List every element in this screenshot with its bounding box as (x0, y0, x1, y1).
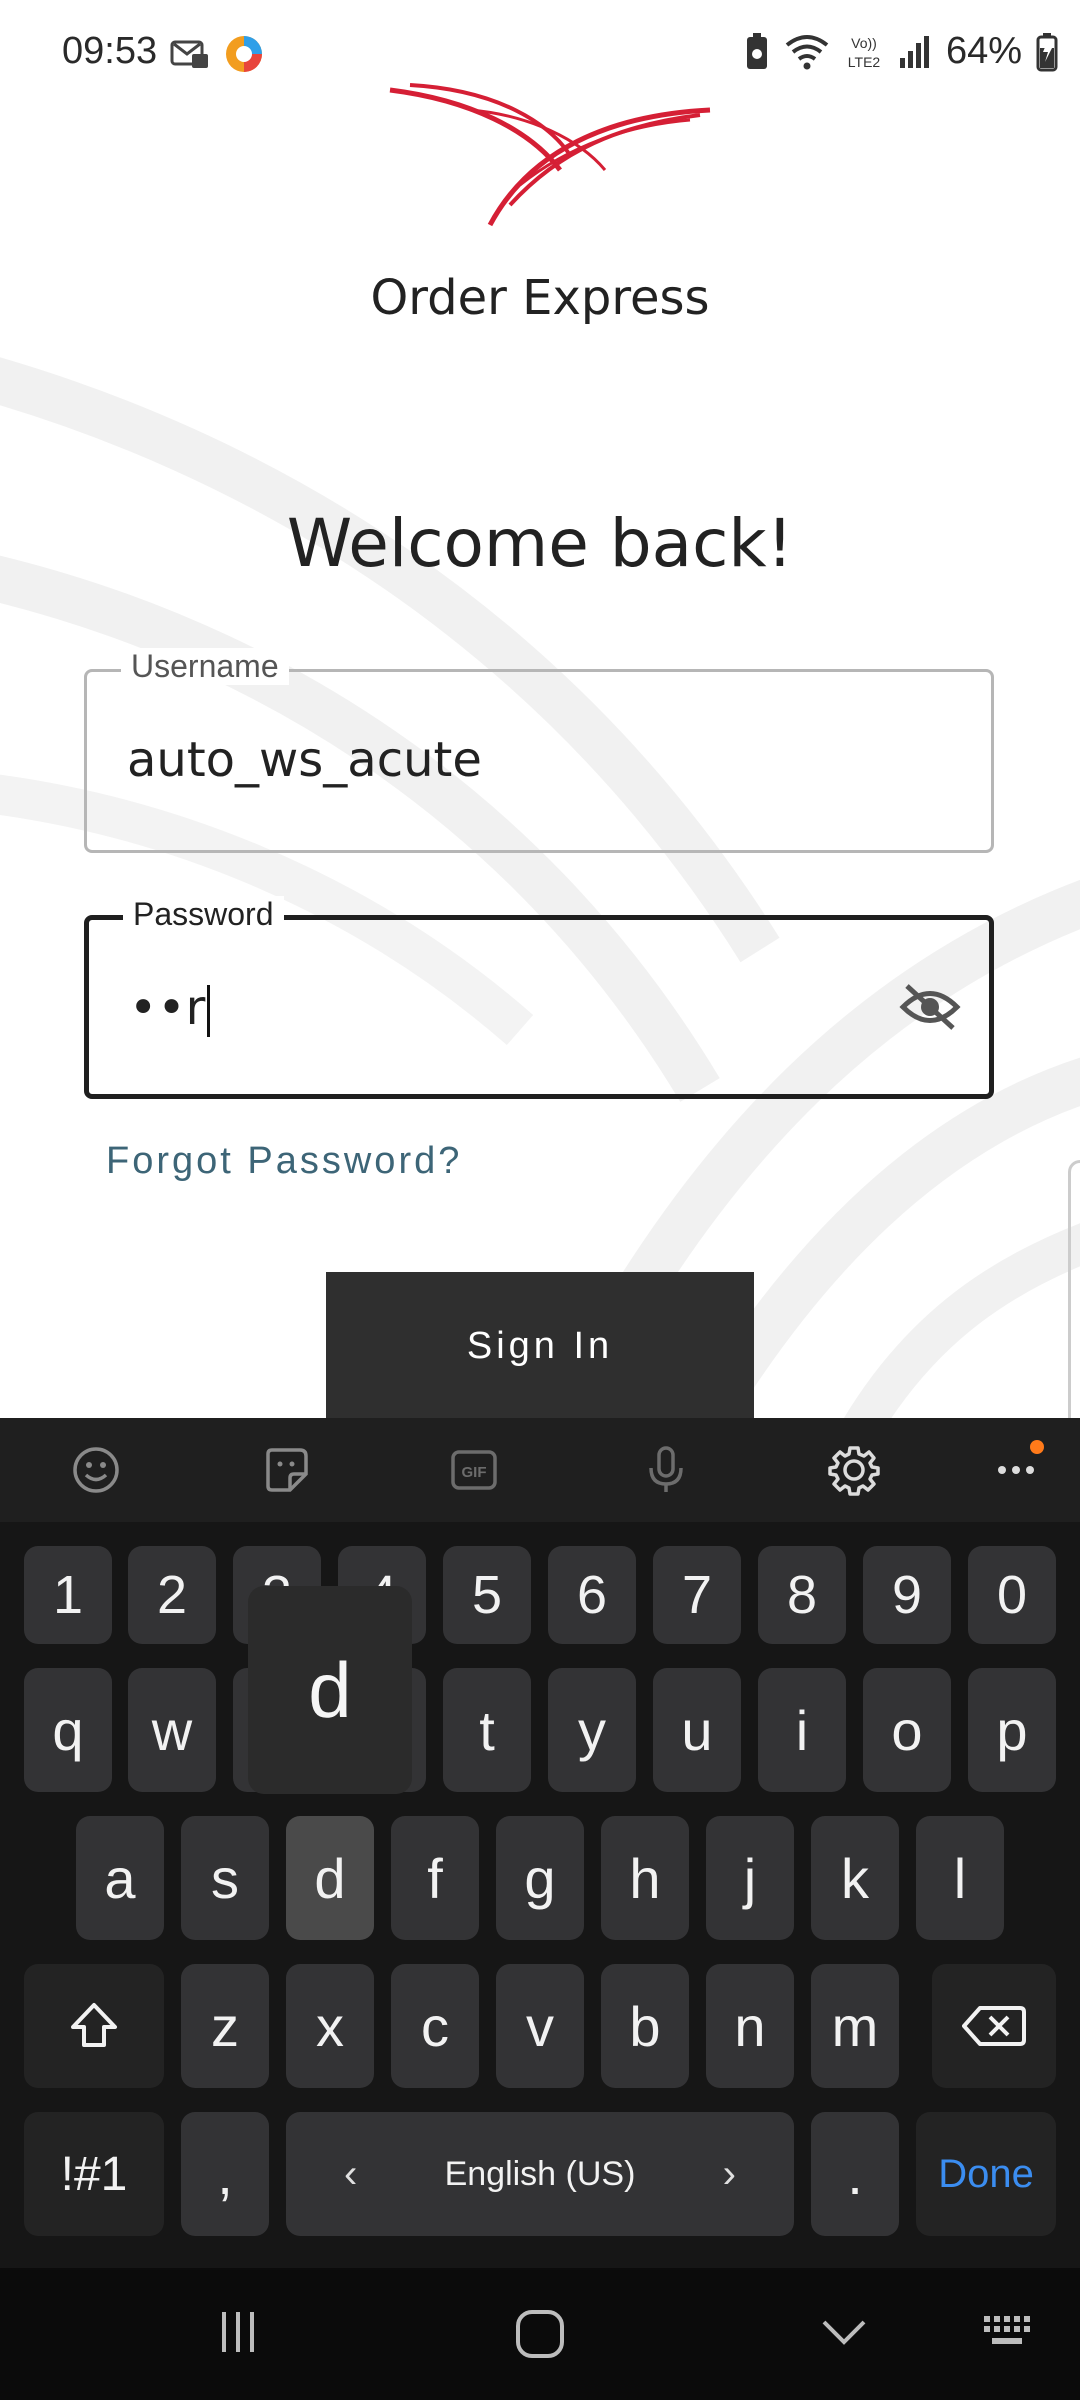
key-0[interactable]: 0 (968, 1546, 1056, 1644)
key-p[interactable]: p (968, 1668, 1056, 1792)
symbols-key[interactable]: !#1 (24, 2112, 164, 2236)
app-notification-icon (226, 36, 262, 72)
key-t[interactable]: t (443, 1668, 531, 1792)
key-a[interactable]: a (76, 1816, 164, 1940)
backspace-key[interactable] (932, 1964, 1056, 2088)
on-screen-keyboard: GIF 1 2 3 4 5 6 7 8 9 0 q w e r t y u i … (0, 1418, 1080, 2268)
key-u[interactable]: u (653, 1668, 741, 1792)
message-icon (170, 40, 208, 68)
sticker-icon[interactable] (260, 1444, 312, 1496)
notification-icons (170, 34, 264, 74)
toggle-password-visibility-icon[interactable] (899, 980, 961, 1034)
signal-icon (899, 35, 929, 68)
key-k[interactable]: k (811, 1816, 899, 1940)
volte-icon: Vo)) LTE2 (848, 35, 881, 70)
battery-charging-icon (1036, 32, 1058, 71)
space-key[interactable]: ‹ English (US) › (286, 2112, 794, 2236)
status-time: 09:53 (62, 30, 158, 72)
key-b[interactable]: b (601, 1964, 689, 2088)
key-9[interactable]: 9 (863, 1546, 951, 1644)
password-input[interactable]: ••r (129, 980, 211, 1037)
key-i[interactable]: i (758, 1668, 846, 1792)
comma-key[interactable]: , (181, 2112, 269, 2236)
app-title: Order Express (370, 270, 710, 326)
key-w[interactable]: w (128, 1668, 216, 1792)
backspace-icon (962, 2006, 1026, 2046)
background-arcs (0, 357, 1080, 1430)
key-j[interactable]: j (706, 1816, 794, 1940)
key-7[interactable]: 7 (653, 1546, 741, 1644)
username-input[interactable]: auto_ws_acute (127, 732, 482, 788)
key-x[interactable]: x (286, 1964, 374, 2088)
svg-text:LTE2: LTE2 (848, 54, 881, 70)
wifi-icon (785, 34, 829, 69)
hide-keyboard-icon[interactable] (818, 2308, 870, 2356)
key-m[interactable]: m (811, 1964, 899, 2088)
key-q[interactable]: q (24, 1668, 112, 1792)
key-c[interactable]: c (391, 1964, 479, 2088)
settings-icon[interactable] (828, 1444, 880, 1496)
battery-saver-icon (746, 32, 767, 69)
key-z[interactable]: z (181, 1964, 269, 2088)
shift-icon (71, 2003, 117, 2047)
svg-text:GIF: GIF (462, 1464, 487, 1481)
notification-dot (1030, 1440, 1044, 1454)
chevron-left-icon: ‹ (344, 2151, 358, 2196)
key-8[interactable]: 8 (758, 1546, 846, 1644)
key-v[interactable]: v (496, 1964, 584, 2088)
system-status-icons: Vo)) LTE2 64% (744, 30, 1058, 73)
key-d[interactable]: d (286, 1816, 374, 1940)
brand-logo (389, 83, 711, 227)
emoji-icon[interactable] (70, 1444, 122, 1496)
password-field[interactable]: Password ••r (84, 896, 994, 1099)
chevron-right-icon: › (722, 2151, 736, 2196)
recent-apps-icon[interactable] (214, 2308, 262, 2356)
text-caret (207, 985, 211, 1037)
shift-key[interactable] (24, 1964, 164, 2088)
home-icon[interactable] (514, 2308, 566, 2360)
welcome-heading: Welcome back! (286, 505, 794, 582)
key-g[interactable]: g (496, 1816, 584, 1940)
svg-text:Vo)): Vo)) (851, 35, 877, 51)
key-5[interactable]: 5 (443, 1546, 531, 1644)
forgot-password-link[interactable]: Forgot Password? (106, 1140, 462, 1183)
keyboard-switch-icon[interactable] (980, 2308, 1040, 2356)
key-preview-popup: d (248, 1586, 412, 1794)
key-1[interactable]: 1 (24, 1546, 112, 1644)
keyboard-toolbar: GIF (0, 1418, 1080, 1522)
microphone-icon[interactable] (640, 1444, 692, 1496)
done-key[interactable]: Done (916, 2112, 1056, 2236)
sign-in-button[interactable]: Sign In (326, 1272, 754, 1420)
key-l[interactable]: l (916, 1816, 1004, 1940)
navigation-bar (0, 2268, 1080, 2400)
key-2[interactable]: 2 (128, 1546, 216, 1644)
password-label: Password (123, 896, 284, 933)
period-key[interactable]: . (811, 2112, 899, 2236)
key-h[interactable]: h (601, 1816, 689, 1940)
gif-icon[interactable]: GIF (448, 1444, 500, 1496)
key-s[interactable]: s (181, 1816, 269, 1940)
key-y[interactable]: y (548, 1668, 636, 1792)
key-f[interactable]: f (391, 1816, 479, 1940)
space-language-label: English (US) (444, 2154, 636, 2193)
username-label: Username (121, 648, 289, 685)
password-value: ••r (129, 980, 206, 1036)
username-field[interactable]: Username auto_ws_acute (84, 648, 994, 853)
battery-percentage: 64% (945, 30, 1022, 72)
key-n[interactable]: n (706, 1964, 794, 2088)
key-o[interactable]: o (863, 1668, 951, 1792)
key-6[interactable]: 6 (548, 1546, 636, 1644)
